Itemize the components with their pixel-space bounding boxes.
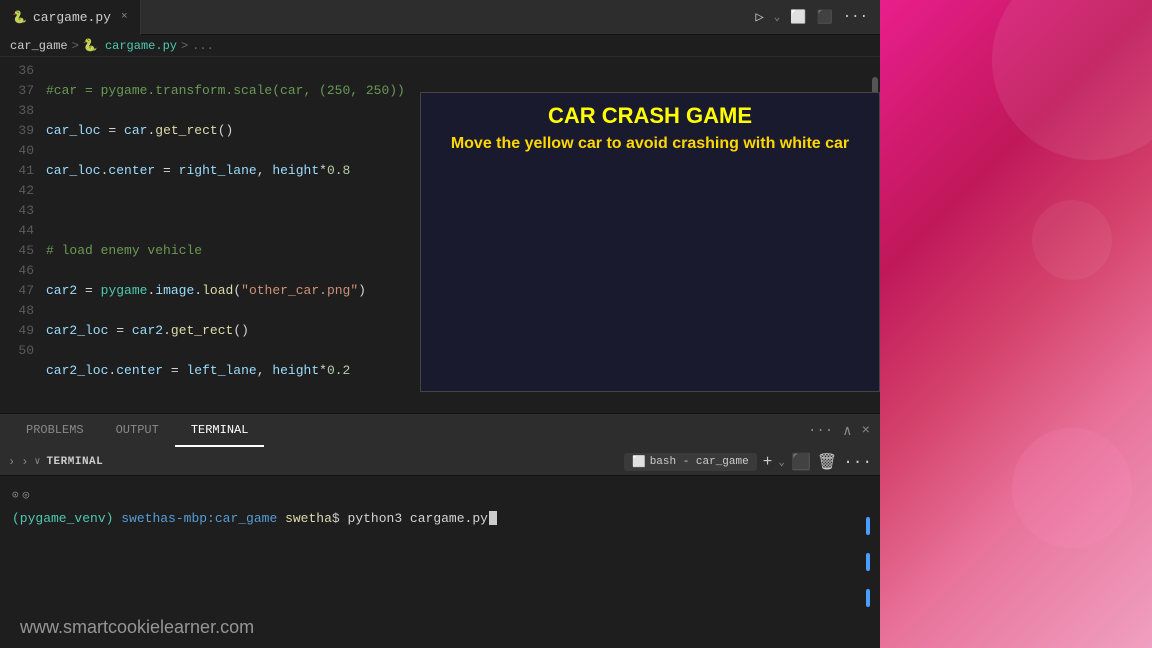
game-window: CAR CRASH GAME Move the yellow car to av…: [420, 92, 880, 392]
right-panel: [880, 0, 1152, 648]
more-options-icon[interactable]: ···: [843, 9, 868, 25]
breadcrumb-more: ...: [192, 39, 214, 53]
file-tab[interactable]: 🐍 cargame.py ×: [0, 0, 141, 35]
terminal-icon: ⬜: [632, 455, 646, 469]
game-title: CAR CRASH GAME: [421, 103, 879, 129]
terminal-chevron-right-2[interactable]: ›: [21, 455, 28, 469]
terminal-expand-icon[interactable]: ∨: [34, 456, 40, 468]
panel-more-icon[interactable]: ···: [808, 423, 833, 439]
python-icon: 🐍: [12, 10, 27, 25]
scroll-indicator-2: [866, 553, 870, 571]
terminal-chevron-icon[interactable]: ⌄: [778, 455, 785, 469]
breadcrumb-folder[interactable]: car_game: [10, 39, 68, 53]
terminal-command: python3 cargame.py: [348, 509, 488, 529]
terminal-toolbar-left: › › ∨ TERMINAL: [8, 455, 103, 469]
problems-tab[interactable]: PROBLEMS: [10, 415, 100, 447]
split-editor-icon[interactable]: ⬛: [817, 10, 833, 25]
preview-icon[interactable]: ⬜: [790, 10, 806, 25]
delete-terminal-icon[interactable]: 🗑: [817, 452, 837, 472]
terminal-path: swethas-mbp:car_game: [121, 509, 277, 529]
scroll-indicator-3: [866, 589, 870, 607]
bash-badge[interactable]: ⬜ bash - car_game: [624, 453, 757, 471]
breadcrumb-sep1: >: [72, 39, 79, 53]
add-terminal-icon[interactable]: +: [763, 453, 773, 471]
terminal-icons-row: ⊙ ◎: [12, 484, 868, 509]
terminal-section-label: TERMINAL: [46, 456, 103, 468]
breadcrumb-file[interactable]: 🐍 cargame.py: [83, 38, 177, 53]
split-terminal-icon[interactable]: ⬛: [791, 452, 811, 472]
terminal-cursor: [489, 511, 497, 525]
tab-bar: 🐍 cargame.py × ▷ ⌄ ⬜ ⬛ ···: [0, 0, 880, 35]
terminal-tab[interactable]: TERMINAL: [175, 415, 265, 447]
breadcrumb-sep2: >: [181, 39, 188, 53]
terminal-prompt-line: (pygame_venv) swethas-mbp:car_game sweth…: [12, 509, 868, 529]
run-options-icon[interactable]: ⌄: [774, 10, 781, 24]
game-subtitle: Move the yellow car to avoid crashing wi…: [421, 135, 879, 153]
terminal-chevron-right-1[interactable]: ›: [8, 455, 15, 469]
code-editor: 36 37 38 39 40 41 42 43 44 45 46 47 48 4…: [0, 57, 880, 413]
output-tab[interactable]: OUTPUT: [100, 415, 175, 447]
watermark: www.smartcookielearner.com: [20, 617, 254, 638]
terminal-toolbar: › › ∨ TERMINAL ⬜ bash - car_game + ⌄ ⬛ 🗑…: [0, 448, 880, 476]
terminal-dollar: $: [332, 509, 340, 529]
terminal-branch-icon: ⊙: [12, 488, 19, 505]
line-numbers: 36 37 38 39 40 41 42 43 44 45 46 47 48 4…: [0, 57, 42, 413]
panel-actions: ··· ∧ ×: [808, 423, 870, 440]
panel-maximize-icon[interactable]: ∧: [843, 423, 851, 440]
scroll-indicator-1: [866, 517, 870, 535]
panel-tabs: PROBLEMS OUTPUT TERMINAL ··· ∧ ×: [0, 413, 880, 448]
terminal-venv: (pygame_venv): [12, 509, 113, 529]
terminal-more-icon[interactable]: ···: [843, 453, 872, 471]
tab-close-button[interactable]: ×: [121, 11, 128, 23]
run-icon[interactable]: ▷: [755, 9, 763, 26]
terminal-user: swetha: [285, 509, 332, 529]
panel-close-icon[interactable]: ×: [862, 423, 870, 439]
breadcrumb: car_game > 🐍 cargame.py > ...: [0, 35, 880, 57]
terminal-git-icon: ◎: [23, 488, 30, 505]
terminal-toolbar-right: ⬜ bash - car_game + ⌄ ⬛ 🗑 ···: [624, 452, 872, 472]
bash-label: bash - car_game: [650, 456, 749, 468]
tab-filename: cargame.py: [33, 10, 111, 25]
